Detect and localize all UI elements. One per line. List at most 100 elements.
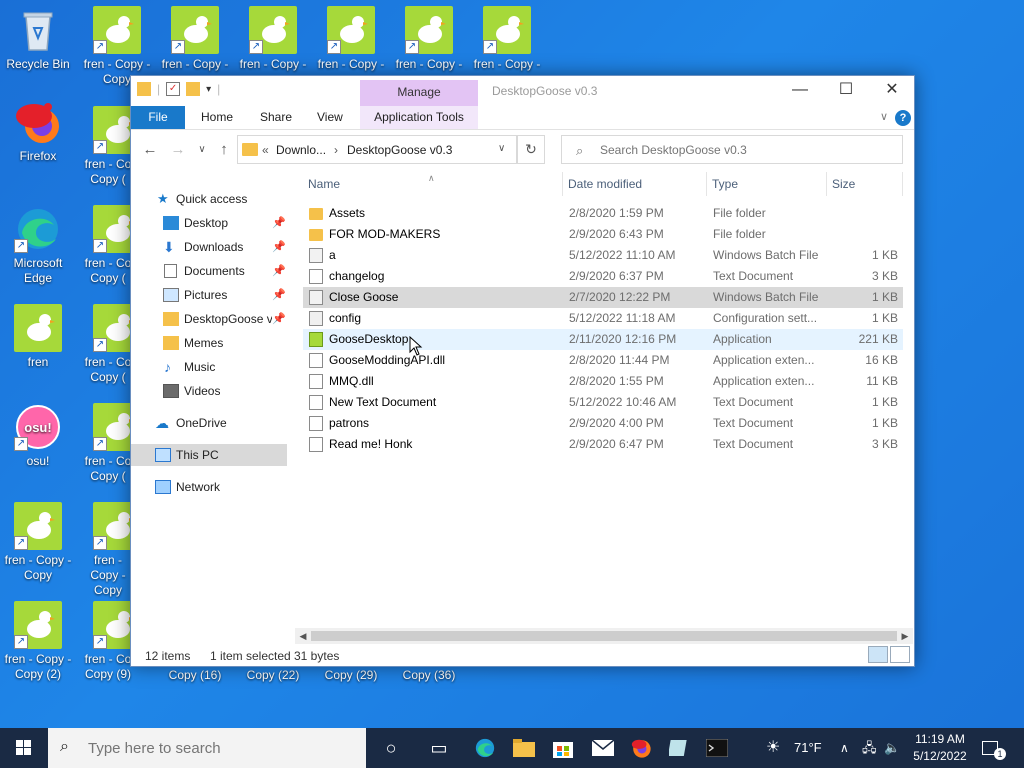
file-row[interactable]: patrons 2/9/2020 4:00 PM Text Document 1… [303, 413, 903, 434]
desktop-icon-fren-copy[interactable]: ↗ fren - Copy - [313, 6, 389, 72]
nav-quick-access[interactable]: ★ Quick access [131, 188, 287, 210]
details-view-icon[interactable] [868, 646, 888, 663]
desktop-icon-fren-copy[interactable]: ↗ fren - Copy - Copy (2) [0, 601, 76, 682]
nav-this-pc[interactable]: This PC [131, 444, 287, 466]
customize-toolbar-icon[interactable]: ▾ [206, 84, 211, 95]
edge-taskbar-icon[interactable] [466, 728, 504, 768]
nav-documents[interactable]: Documents 📌 [131, 260, 287, 282]
clock[interactable]: 11:19 AM 5/12/2022 [905, 731, 975, 765]
cmd-taskbar-icon[interactable] [698, 728, 736, 768]
chevron-down-icon[interactable]: ∨ [880, 110, 888, 123]
recent-locations-icon[interactable]: ∨ [191, 138, 213, 162]
scroll-left-icon[interactable]: ◀ [295, 628, 311, 644]
cortana-icon[interactable]: ○ [372, 728, 410, 768]
nav-onedrive[interactable]: ☁ OneDrive [131, 412, 287, 434]
desktop-icon-peek-label[interactable]: Copy (36) [391, 668, 467, 683]
folder-icon[interactable] [137, 82, 151, 96]
large-icons-view-icon[interactable] [890, 646, 910, 663]
scroll-right-icon[interactable]: ▶ [897, 628, 913, 644]
desktop-icon-fren-copy[interactable]: ↗ fren - Copy - [235, 6, 311, 72]
breadcrumb-downloads[interactable]: Downlo... [276, 143, 326, 157]
close-icon[interactable]: ✕ [869, 76, 915, 106]
search-box[interactable]: ⌕ [561, 135, 903, 164]
search-input[interactable] [600, 141, 890, 159]
file-row[interactable]: changelog 2/9/2020 6:37 PM Text Document… [303, 266, 903, 287]
breadcrumb-current[interactable]: DesktopGoose v0.3 [347, 143, 452, 157]
desktop-icon-peek-label[interactable]: Copy (29) [313, 668, 389, 683]
file-row[interactable]: Assets 2/8/2020 1:59 PM File folder [303, 203, 903, 224]
nav-downloads[interactable]: ⬇ Downloads 📌 [131, 236, 287, 258]
tab-application-tools[interactable]: Application Tools [360, 106, 478, 129]
address-bar[interactable]: « Downlo... › DesktopGoose v0.3 ∨ [237, 135, 517, 164]
start-button[interactable] [0, 728, 48, 768]
file-row-selected[interactable]: Close Goose 2/7/2020 12:22 PM Windows Ba… [303, 287, 903, 308]
scrollbar-thumb[interactable] [311, 631, 897, 641]
desktop-icon-edge[interactable]: ↗ Microsoft Edge [0, 205, 76, 286]
file-explorer-taskbar-icon[interactable] [505, 728, 543, 768]
desktop-icon-fren[interactable]: fren [0, 304, 76, 370]
nav-memes[interactable]: Memes [131, 332, 287, 354]
column-header-type[interactable]: Type [707, 172, 827, 196]
file-row[interactable]: New Text Document 5/12/2022 10:46 AM Tex… [303, 392, 903, 413]
chevron-down-icon[interactable]: ∨ [498, 143, 505, 154]
notifications-icon[interactable]: 1 [982, 728, 1006, 768]
minimize-icon[interactable]: — [777, 76, 823, 106]
desktop-icon-recycle-bin[interactable]: Recycle Bin [0, 6, 76, 72]
desktop-icon-peek-label[interactable]: Copy (16) [157, 668, 233, 683]
store-taskbar-icon[interactable] [544, 728, 582, 768]
desktop-icon-peek-label[interactable]: Copy (22) [235, 668, 311, 683]
desktop-icon-fren-copy[interactable]: ↗ fren - Copy - [157, 6, 233, 72]
window-title: DesktopGoose v0.3 [492, 84, 598, 98]
tab-file[interactable]: File [131, 106, 185, 129]
file-row[interactable]: config 5/12/2022 11:18 AM Configuration … [303, 308, 903, 329]
mail-taskbar-icon[interactable] [584, 728, 622, 768]
taskbar-search-input[interactable] [88, 738, 348, 758]
desktop-icon-osu[interactable]: osu! ↗ osu! [0, 403, 76, 469]
tab-home[interactable]: Home [191, 106, 243, 129]
file-row-hover[interactable]: GooseDesktop 2/11/2020 12:16 PM Applicat… [303, 329, 903, 350]
nav-desktopgoose[interactable]: DesktopGoose v( 📌 [131, 308, 287, 330]
manage-tab[interactable]: Manage [360, 80, 478, 106]
taskbar-search[interactable]: ⌕ [48, 728, 366, 768]
nav-music[interactable]: ♪ Music [131, 356, 287, 378]
title-bar[interactable]: | ✓ ▾ | Manage DesktopGoose v0.3 — ☐ ✕ [131, 76, 914, 106]
firefox-taskbar-icon[interactable] [622, 728, 660, 768]
help-icon[interactable]: ? [895, 110, 911, 126]
nav-network[interactable]: Network [131, 476, 287, 498]
file-row[interactable]: FOR MOD-MAKERS 2/9/2020 6:43 PM File fol… [303, 224, 903, 245]
file-row[interactable]: Read me! Honk 2/9/2020 6:47 PM Text Docu… [303, 434, 903, 455]
refresh-icon[interactable]: ↻ [517, 135, 545, 164]
forward-arrow-icon[interactable]: → [167, 138, 189, 162]
network-icon[interactable]: 🖧 [862, 728, 877, 768]
properties-icon[interactable]: ✓ [166, 82, 181, 96]
new-folder-icon[interactable] [186, 82, 201, 96]
weather-temp[interactable]: 71°F [794, 728, 822, 768]
nav-pictures[interactable]: Pictures 📌 [131, 284, 287, 306]
desktop-icon-fren-copy[interactable]: ↗ fren - Copy - [391, 6, 467, 72]
file-row[interactable]: GooseModdingAPI.dll 2/8/2020 11:44 PM Ap… [303, 350, 903, 371]
notepad-taskbar-icon[interactable] [660, 728, 698, 768]
column-header-name[interactable]: ∧ Name [303, 172, 563, 196]
breadcrumb-overflow[interactable]: « [262, 143, 269, 157]
desktop-icon-fren-copy[interactable]: ↗ fren - Copy - Copy [0, 502, 76, 583]
maximize-icon[interactable]: ☐ [823, 76, 869, 106]
horizontal-scrollbar[interactable]: ◀ ▶ [295, 628, 913, 644]
task-view-icon[interactable]: ▭ [420, 728, 458, 768]
desktop-icon-fren-copy[interactable]: ↗ fren - Copy - [469, 6, 545, 72]
up-arrow-icon[interactable]: ↑ [213, 138, 235, 162]
column-header-size[interactable]: Size [827, 172, 903, 196]
pin-icon: 📌 [272, 217, 286, 229]
show-hidden-icons-icon[interactable]: ∧ [840, 728, 849, 768]
desktop-icon-firefox[interactable]: Firefox [0, 98, 76, 164]
column-header-date[interactable]: Date modified [563, 172, 707, 196]
tab-share[interactable]: Share [250, 106, 302, 129]
tab-view[interactable]: View [307, 106, 353, 129]
file-row[interactable]: a 5/12/2022 11:10 AM Windows Batch File … [303, 245, 903, 266]
breadcrumb-separator[interactable]: › [334, 143, 338, 157]
weather-icon[interactable]: ☀ [766, 728, 780, 768]
file-row[interactable]: MMQ.dll 2/8/2020 1:55 PM Application ext… [303, 371, 903, 392]
nav-desktop[interactable]: Desktop 📌 [131, 212, 287, 234]
nav-videos[interactable]: Videos [131, 380, 287, 402]
volume-icon[interactable]: 🔈 [884, 728, 900, 768]
back-arrow-icon[interactable]: ← [139, 138, 161, 162]
